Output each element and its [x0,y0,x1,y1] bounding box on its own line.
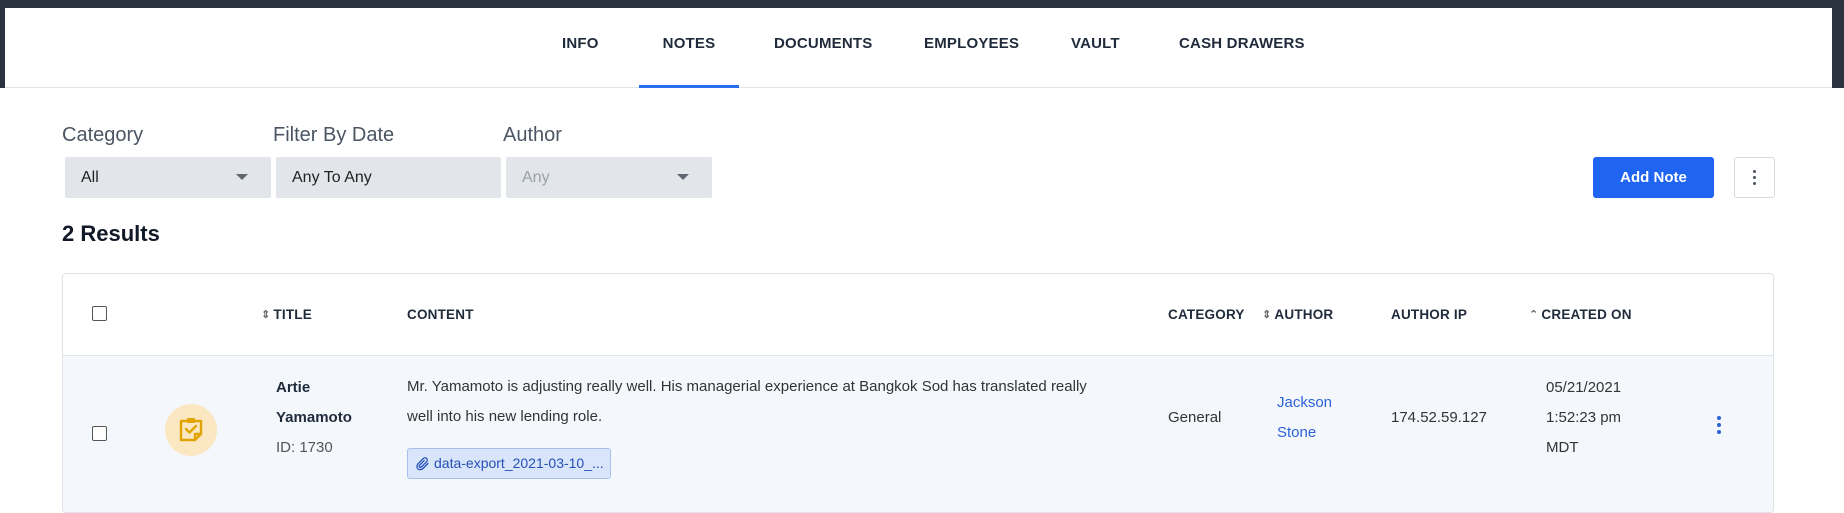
note-author-last[interactable]: Stone [1277,418,1316,448]
results-count: 2 Results [62,221,160,246]
sort-icon: ⇕ [261,309,271,321]
attachment-chip[interactable]: data-export_2021-03-10_... [407,448,611,479]
note-created-date: 05/21/2021 [1546,379,1622,396]
author-select-value: Any [522,169,550,186]
category-select[interactable]: All [65,157,271,198]
select-all-checkbox[interactable] [92,306,107,321]
column-header-author[interactable]: ⇕ AUTHOR [1262,307,1333,322]
table-header: ⇕ TITLE CONTENT CATEGORY ⇕ AUTHOR AUTHOR I… [63,274,1773,356]
author-filter-label: Author [503,124,562,146]
kebab-menu-icon [1753,169,1757,186]
tab-notes[interactable]: NOTES [639,8,739,88]
date-filter-input[interactable]: Any To Any [276,157,501,198]
sticky-note-check-icon [165,404,217,456]
kebab-menu-icon [1712,416,1726,434]
attachment-filename: data-export_2021-03-10_... [434,455,604,471]
column-header-content: CONTENT [407,307,474,322]
column-header-category: CATEGORY [1168,307,1245,322]
note-created-tz: MDT [1546,439,1579,456]
note-category: General [1168,409,1222,426]
note-author-first[interactable]: Jackson [1277,388,1332,418]
more-options-button[interactable] [1734,157,1775,198]
chevron-down-icon [236,174,248,180]
author-select[interactable]: Any [506,157,712,198]
row-checkbox[interactable] [92,426,107,441]
date-filter-label: Filter By Date [273,124,395,146]
note-content-line1: Mr. Yamamoto is adjusting really well. H… [407,378,1087,395]
sort-icon: ⇕ [1262,309,1272,321]
table-row: Artie Yamamoto ID: 1730 Mr. Yamamoto is … [63,356,1773,512]
category-select-value: All [81,169,99,186]
row-menu-button[interactable] [1712,416,1726,440]
note-id: ID: 1730 [276,439,333,456]
sort-ascending-icon: ⌃ [1529,309,1539,321]
frame-right-edge [1832,8,1844,88]
notes-table: ⇕ TITLE CONTENT CATEGORY ⇕ AUTHOR AUTHOR I… [62,273,1774,513]
tab-vault[interactable]: VAULT [1071,8,1120,88]
note-created-time: 1:52:23 pm [1546,409,1622,426]
tab-info[interactable]: INFO [562,8,599,88]
column-header-created-on[interactable]: ⌃ CREATED ON [1529,307,1632,322]
note-author-ip: 174.52.59.127 [1391,409,1487,426]
paperclip-icon [416,457,429,471]
column-header-title[interactable]: ⇕ TITLE [261,307,312,322]
top-bar [0,0,1844,8]
note-title-first: Artie [276,379,311,396]
tab-cash-drawers[interactable]: CASH DRAWERS [1179,8,1305,88]
note-content-line2: well into his new lending role. [407,408,603,425]
category-filter-label: Category [62,124,144,146]
chevron-down-icon [677,174,689,180]
tab-bar: INFO NOTES DOCUMENTS EMPLOYEES VAULT CAS… [5,8,1832,88]
column-header-author-ip: AUTHOR IP [1391,307,1468,322]
add-note-button[interactable]: Add Note [1593,157,1714,198]
tab-employees[interactable]: EMPLOYEES [924,8,1019,88]
date-filter-value: Any To Any [292,169,372,186]
tab-documents[interactable]: DOCUMENTS [774,8,872,88]
note-title-last: Yamamoto [276,409,352,426]
